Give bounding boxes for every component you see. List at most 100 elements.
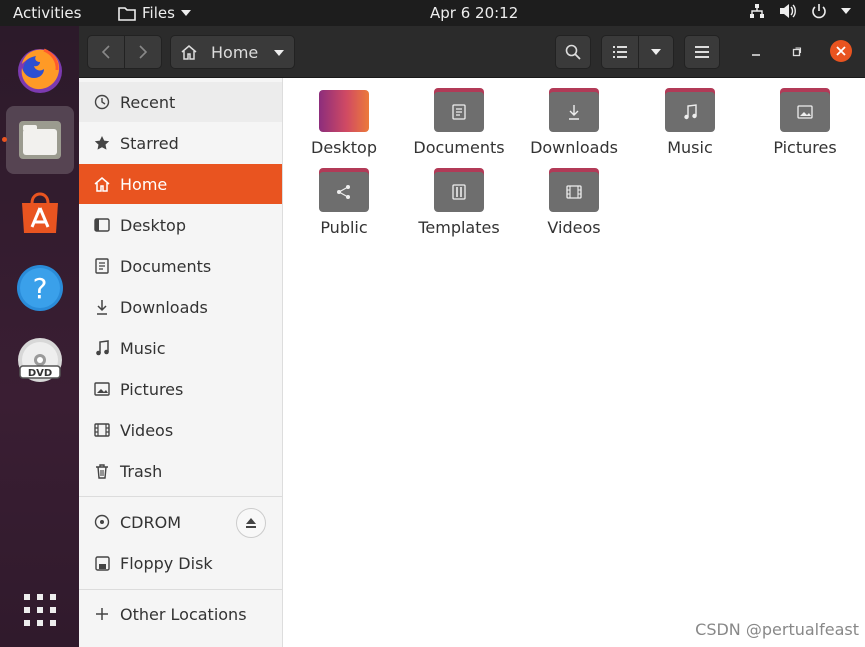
close-icon xyxy=(836,46,846,56)
forward-button[interactable] xyxy=(124,35,162,69)
software-launcher[interactable] xyxy=(6,180,74,248)
music-icon xyxy=(93,339,111,357)
help-launcher[interactable]: ? xyxy=(6,254,74,322)
pictures-folder-icon xyxy=(780,88,830,132)
file-label: Videos xyxy=(547,218,601,237)
sidebar-item-label: Documents xyxy=(120,256,212,276)
sidebar-item-label: Recent xyxy=(120,92,176,112)
volume-icon xyxy=(780,4,796,18)
sidebar-item-other-locations[interactable]: Other Locations xyxy=(79,594,282,634)
sidebar-item-recent[interactable]: Recent xyxy=(79,82,282,122)
documents-folder-icon xyxy=(434,88,484,132)
back-button[interactable] xyxy=(87,35,125,69)
sidebar-item-desktop[interactable]: Desktop xyxy=(79,205,282,245)
minimize-button[interactable] xyxy=(749,44,763,60)
file-view: Desktop Documents Downloads Music Pictur… xyxy=(284,78,865,647)
file-label: Downloads xyxy=(530,138,618,157)
chevron-right-icon xyxy=(139,45,148,59)
file-label: Desktop xyxy=(311,138,377,157)
sidebar-item-starred[interactable]: Starred xyxy=(79,123,282,163)
home-icon xyxy=(93,175,111,193)
file-label: Documents xyxy=(413,138,505,157)
location-label: Home xyxy=(211,42,259,62)
sidebar-item-pictures[interactable]: Pictures xyxy=(79,369,282,409)
dvd-launcher[interactable]: DVD xyxy=(6,326,74,394)
top-bar: Activities Files Apr 6 20:12 xyxy=(0,0,865,26)
app-menu-label: Files xyxy=(142,4,175,22)
sidebar-item-label: Downloads xyxy=(120,297,208,317)
clock[interactable]: Apr 6 20:12 xyxy=(430,4,518,22)
sidebar-item-music[interactable]: Music xyxy=(79,328,282,368)
svg-text:DVD: DVD xyxy=(28,368,52,379)
desktop-folder-icon xyxy=(319,88,369,132)
file-item-music[interactable]: Music xyxy=(635,88,745,157)
sidebar-item-documents[interactable]: Documents xyxy=(79,246,282,286)
disc-icon xyxy=(93,513,111,531)
file-item-desktop[interactable]: Desktop xyxy=(289,88,399,157)
templates-folder-icon xyxy=(434,168,484,212)
videos-folder-icon xyxy=(549,168,599,212)
system-tray[interactable] xyxy=(749,3,851,19)
file-label: Pictures xyxy=(773,138,837,157)
home-icon xyxy=(181,45,197,60)
chevron-down-icon xyxy=(180,10,191,16)
restore-icon xyxy=(792,47,802,57)
file-item-documents[interactable]: Documents xyxy=(404,88,514,157)
files-launcher[interactable] xyxy=(6,106,74,174)
file-item-public[interactable]: Public xyxy=(289,168,399,237)
header-bar: Home xyxy=(79,26,865,78)
file-label: Music xyxy=(667,138,713,157)
view-options-button[interactable] xyxy=(638,35,674,69)
list-view-button[interactable] xyxy=(601,35,639,69)
location-button[interactable]: Home xyxy=(170,35,295,69)
sidebar: Recent Starred Home Desktop Documents Do… xyxy=(79,78,283,647)
search-icon xyxy=(565,44,581,60)
chevron-down-icon xyxy=(841,8,851,14)
sidebar-item-label: Home xyxy=(120,174,168,194)
file-label: Public xyxy=(320,218,368,237)
sidebar-item-floppy[interactable]: Floppy Disk xyxy=(79,543,282,583)
files-icon xyxy=(19,121,61,159)
sidebar-item-trash[interactable]: Trash xyxy=(79,451,282,491)
app-menu[interactable]: Files xyxy=(118,4,191,22)
sidebar-item-videos[interactable]: Videos xyxy=(79,410,282,450)
firefox-launcher[interactable] xyxy=(6,36,74,104)
dock: ? DVD xyxy=(0,26,79,647)
help-icon: ? xyxy=(17,265,63,311)
sidebar-item-label: Floppy Disk xyxy=(120,553,213,573)
picture-icon xyxy=(93,380,111,398)
download-icon xyxy=(93,298,111,316)
public-folder-icon xyxy=(319,168,369,212)
plus-icon xyxy=(93,605,111,623)
file-item-pictures[interactable]: Pictures xyxy=(750,88,860,157)
sidebar-divider xyxy=(79,589,282,590)
chevron-down-icon xyxy=(274,50,284,56)
eject-icon xyxy=(246,518,256,528)
activities-button[interactable]: Activities xyxy=(13,4,81,22)
firefox-icon xyxy=(18,48,62,93)
eject-button[interactable] xyxy=(236,508,266,538)
file-item-videos[interactable]: Videos xyxy=(519,168,629,237)
close-button[interactable] xyxy=(830,40,852,62)
file-item-templates[interactable]: Templates xyxy=(404,168,514,237)
sidebar-item-label: Music xyxy=(120,338,166,358)
app-grid-icon xyxy=(24,594,56,626)
list-view-icon xyxy=(613,46,627,58)
file-label: Templates xyxy=(418,218,500,237)
sidebar-item-label: Trash xyxy=(120,461,163,481)
file-item-downloads[interactable]: Downloads xyxy=(519,88,629,157)
sidebar-item-home[interactable]: Home xyxy=(79,164,282,204)
sidebar-item-label: CDROM xyxy=(120,512,182,532)
search-button[interactable] xyxy=(555,35,591,69)
maximize-button[interactable] xyxy=(790,44,804,60)
show-applications-button[interactable] xyxy=(6,576,74,644)
clock-icon xyxy=(93,93,111,111)
music-folder-icon xyxy=(665,88,715,132)
star-icon xyxy=(93,134,111,152)
watermark: CSDN @pertualfeast xyxy=(695,620,859,639)
document-icon xyxy=(93,257,111,275)
main-menu-button[interactable] xyxy=(684,35,720,69)
sidebar-item-downloads[interactable]: Downloads xyxy=(79,287,282,327)
folder-icon xyxy=(118,6,136,21)
video-icon xyxy=(93,421,111,439)
